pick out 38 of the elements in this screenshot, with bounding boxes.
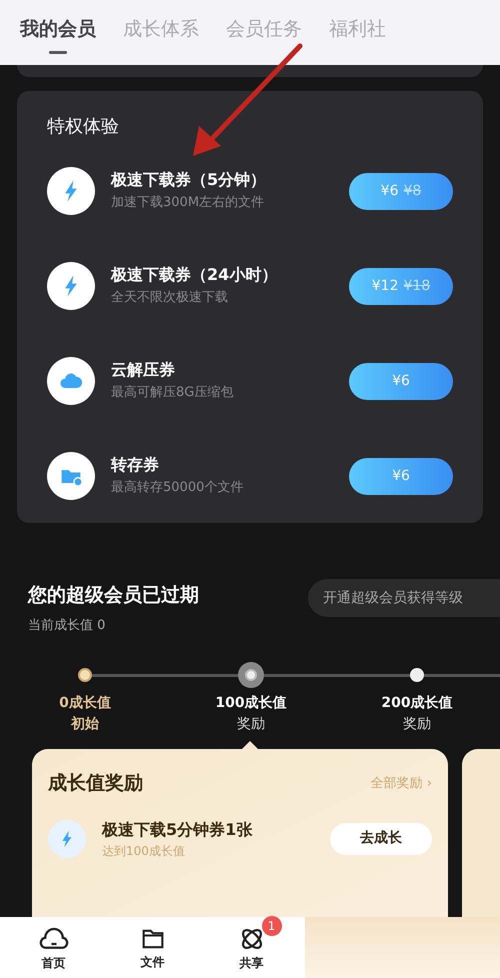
growth-value: 当前成长值 0	[28, 616, 106, 634]
price-button[interactable]: ¥6 ¥8	[349, 172, 453, 210]
section-title: 特权体验	[47, 115, 120, 139]
milestone-label: 奖励	[403, 715, 431, 734]
tab[interactable]: 会员任务	[226, 15, 302, 50]
item-name: 云解压券	[111, 359, 176, 381]
lightning-icon	[47, 262, 95, 310]
item-description: 最高可解压8G压缩包	[111, 384, 234, 402]
price-button[interactable]: ¥12 ¥18	[349, 268, 453, 304]
rewards-title: 成长值奖励	[48, 771, 143, 796]
item-name: 极速下载券（24小时）	[111, 264, 278, 286]
item-description: 加速下载300M左右的文件	[111, 194, 266, 212]
tab[interactable]: 福利社	[329, 15, 386, 50]
milestone-value: 200成长值	[381, 694, 453, 713]
reward-name: 极速下载5分钟券1张	[102, 818, 254, 840]
price-button[interactable]: ¥6	[349, 362, 453, 400]
reward-description: 达到100成长值	[102, 842, 186, 860]
folder-icon	[47, 452, 95, 500]
lightning-icon	[47, 167, 95, 215]
all-rewards-link[interactable]: 全部奖励 ›	[370, 774, 432, 793]
grow-button[interactable]: 去成长	[330, 822, 432, 854]
price-button[interactable]: ¥6	[349, 458, 453, 494]
milestone-label: 初始	[71, 714, 99, 734]
milestone-label: 奖励	[237, 715, 265, 734]
notification-badge: 1	[262, 916, 282, 936]
nav-item[interactable]: 首页	[14, 924, 94, 972]
milestone-value: 100成长值	[215, 694, 287, 713]
nav-item[interactable]: 文件	[112, 924, 192, 970]
status-title: 您的超级会员已过期	[28, 583, 200, 608]
cloud-icon	[47, 357, 95, 405]
lightning-icon	[48, 820, 86, 858]
item-name: 转存券	[111, 454, 160, 476]
item-name: 极速下载券（5分钟）	[111, 169, 268, 191]
tab[interactable]: 成长体系	[123, 15, 199, 50]
upgrade-pill[interactable]: 开通超级会员获得等级	[308, 579, 500, 617]
item-description: 最高转存50000个文件	[111, 479, 244, 497]
item-description: 全天不限次极速下载	[111, 289, 229, 307]
milestone-value: 0成长值	[59, 694, 111, 713]
